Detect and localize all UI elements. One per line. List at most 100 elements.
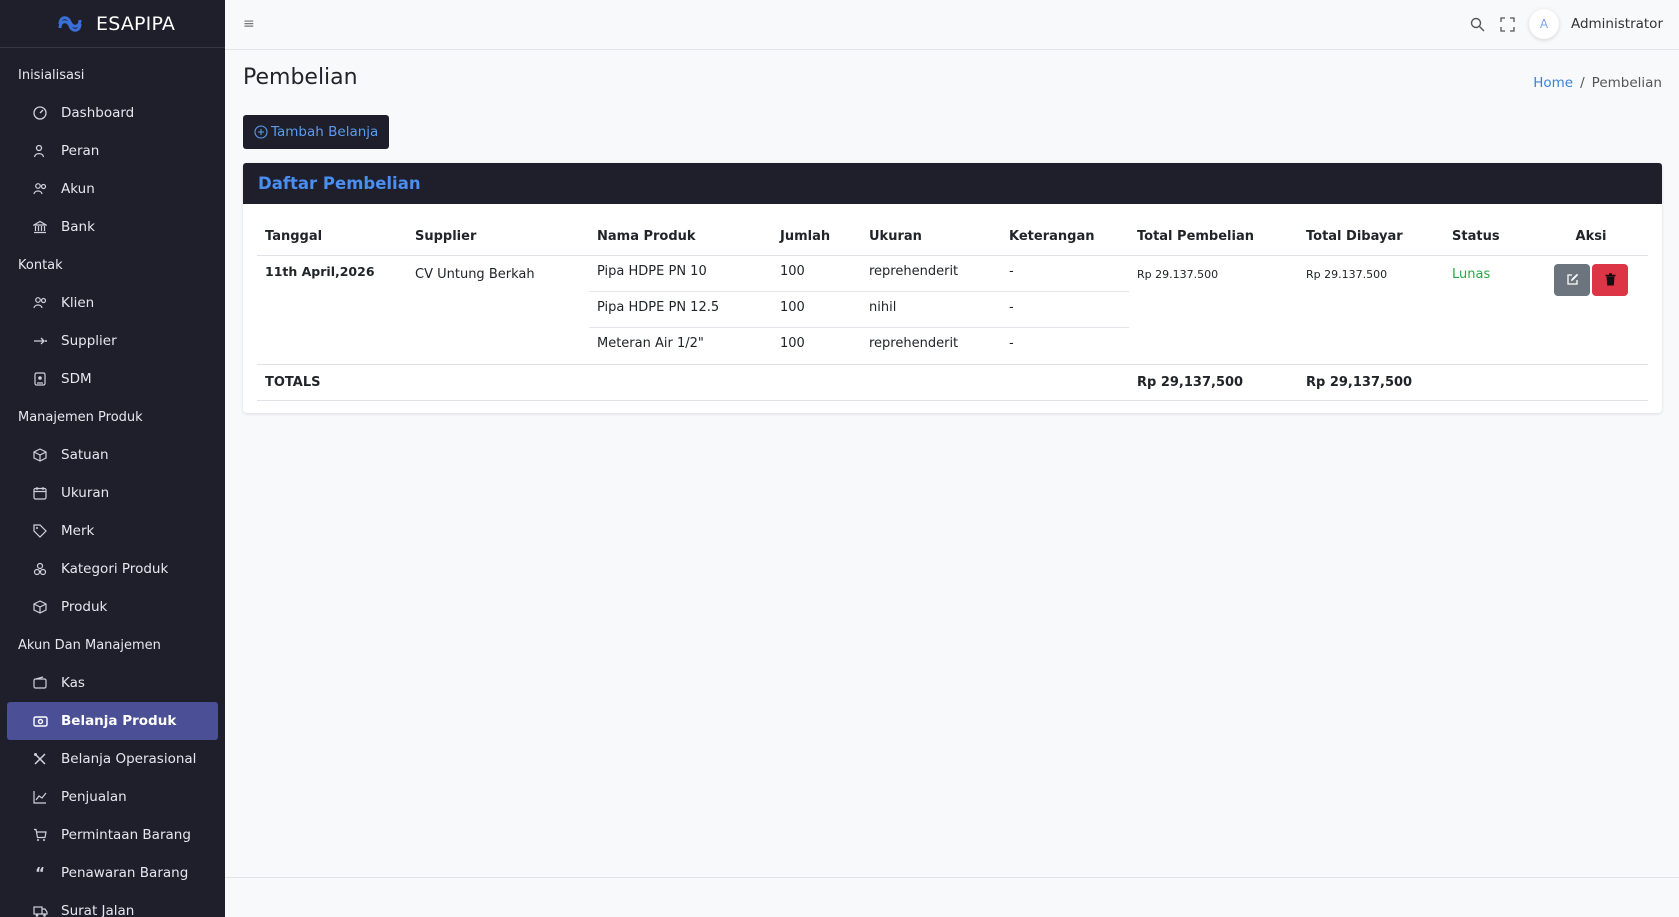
sidebar-item-supplier[interactable]: Supplier [7,322,218,360]
id-badge-icon [31,370,49,388]
row-date: 11th April,2026 [265,263,375,279]
purchase-list-card: Daftar Pembelian Tanggal Supplier Nama P… [243,163,1662,413]
box-icon [31,598,49,616]
sidebar-item-belanja-produk[interactable]: Belanja Produk [7,702,218,740]
sidebar-item-label: Produk [61,599,108,615]
add-purchase-button[interactable]: Tambah Belanja [243,115,390,149]
avatar[interactable]: A [1528,9,1559,39]
sidebar-item-label: Supplier [61,333,117,349]
sidebar-item-satuan[interactable]: Satuan [7,436,218,474]
cash-icon [31,712,49,730]
bank-icon [31,218,49,236]
sidebar-item-label: Akun [61,181,95,197]
sidebar-item-label: SDM [61,371,92,387]
wallet-icon [31,674,49,692]
truck-arrow-icon [31,332,49,350]
sidebar-item-peran[interactable]: Peran [7,132,218,170]
col-jumlah: Jumlah [772,219,861,256]
brand-logo-icon [58,16,82,32]
sidebar-item-bank[interactable]: Bank [7,208,218,246]
totals-empty-status [1444,363,1534,401]
users-icon [31,180,49,198]
col-tanggal: Tanggal [257,219,407,256]
col-supplier: Supplier [407,219,589,256]
item-size: nihil [861,291,1001,328]
cart-icon [31,826,49,844]
sidebar-item-label: Peran [61,143,100,159]
row-actions [1534,255,1648,364]
menu-toggle-icon[interactable]: ≡ [243,16,255,32]
item-row: Pipa HDPE PN 10 100 reprehenderit - [589,255,1129,292]
sidebar-item-label: Ukuran [61,485,110,501]
user-role-icon [31,142,49,160]
sidebar-item-kas[interactable]: Kas [7,664,218,702]
sidebar-item-kategori-produk[interactable]: Kategori Produk [7,550,218,588]
breadcrumb: Home / Pembelian [1533,75,1662,91]
dashboard-icon [31,104,49,122]
item-note: - [1001,255,1129,292]
sidebar-item-label: Merk [61,523,95,539]
table-header-row: Tanggal Supplier Nama Produk Jumlah Ukur… [257,219,1648,256]
chart-line-icon [31,788,49,806]
sidebar-item-label: Permintaan Barang [61,827,191,843]
users-icon [31,294,49,312]
purchase-table: Tanggal Supplier Nama Produk Jumlah Ukur… [257,219,1648,401]
sidebar-item-belanja-operasional[interactable]: Belanja Operasional [7,740,218,778]
col-ukuran: Ukuran [861,219,1001,256]
sidebar-item-ukuran[interactable]: Ukuran [7,474,218,512]
row-total-purchase: Rp 29.137.500 [1137,267,1219,281]
card-title: Daftar Pembelian [243,163,1662,204]
footer-divider [225,877,1679,878]
sidebar-item-penjualan[interactable]: Penjualan [7,778,218,816]
edit-button[interactable] [1554,263,1590,296]
brand[interactable]: ESAPIPA [0,0,225,48]
sidebar-item-surat-jalan[interactable]: Surat Jalan [7,892,218,917]
col-total-pembelian: Total Pembelian [1129,219,1298,256]
totals-row: TOTALS Rp 29,137,500 Rp 29,137,500 [257,363,1648,401]
category-icon [31,560,49,578]
sidebar: ESAPIPA Inisialisasi Dashboard Peran Aku… [0,0,225,917]
sidebar-item-label: Penjualan [61,789,127,805]
section-title-inisialisasi: Inisialisasi [18,67,85,83]
sidebar-item-label: Dashboard [61,105,135,121]
totals-label: TOTALS [257,363,1129,401]
item-product: Meteran Air 1/2" [597,336,704,351]
tag-icon [31,522,49,540]
sidebar-item-sdm[interactable]: SDM [7,360,218,398]
sidebar-item-dashboard[interactable]: Dashboard [7,94,218,132]
fullscreen-icon[interactable] [1499,15,1517,33]
sidebar-item-label: Belanja Produk [61,713,177,729]
calendar-icon [31,484,49,502]
sidebar-item-label: Kategori Produk [61,561,169,577]
top-header: ≡ A Administrator [225,0,1679,50]
sidebar-item-label: Klien [61,295,95,311]
brand-name: ESAPIPA [96,12,176,35]
totals-paid: Rp 29,137,500 [1298,363,1444,401]
sidebar-item-klien[interactable]: Klien [7,284,218,322]
section-title-akun-dan-manajemen: Akun Dan Manajemen [18,637,161,653]
search-icon[interactable] [1469,15,1487,33]
breadcrumb-separator: / [1580,75,1585,91]
row-supplier: CV Untung Berkah [415,266,535,282]
sidebar-item-penawaran-barang[interactable]: “ Penawaran Barang [7,854,218,892]
sidebar-item-permintaan-barang[interactable]: Permintaan Barang [7,816,218,854]
sidebar-item-merk[interactable]: Merk [7,512,218,550]
sidebar-item-produk[interactable]: Produk [7,588,218,626]
totals-purchase: Rp 29,137,500 [1129,363,1298,401]
user-name[interactable]: Administrator [1571,16,1663,32]
sidebar-item-akun[interactable]: Akun [7,170,218,208]
row-total-paid: Rp 29.137.500 [1306,267,1388,281]
plus-circle-icon [254,125,268,139]
edit-icon [1566,273,1578,285]
delete-button[interactable] [1592,263,1628,296]
item-size: reprehenderit [861,255,1001,292]
sidebar-item-label: Belanja Operasional [61,751,197,767]
page-title: Pembelian [243,65,358,90]
breadcrumb-home-link[interactable]: Home [1533,75,1573,91]
item-row: Meteran Air 1/2" 100 reprehenderit - [589,328,1129,364]
items-subtable: Pipa HDPE PN 10 100 reprehenderit - Pipa… [589,255,1129,364]
col-status: Status [1444,219,1534,256]
item-qty: 100 [772,255,861,292]
sidebar-item-label: Penawaran Barang [61,865,189,881]
table-row: 11th April,2026 CV Untung Berkah Pipa HD… [257,255,1648,364]
